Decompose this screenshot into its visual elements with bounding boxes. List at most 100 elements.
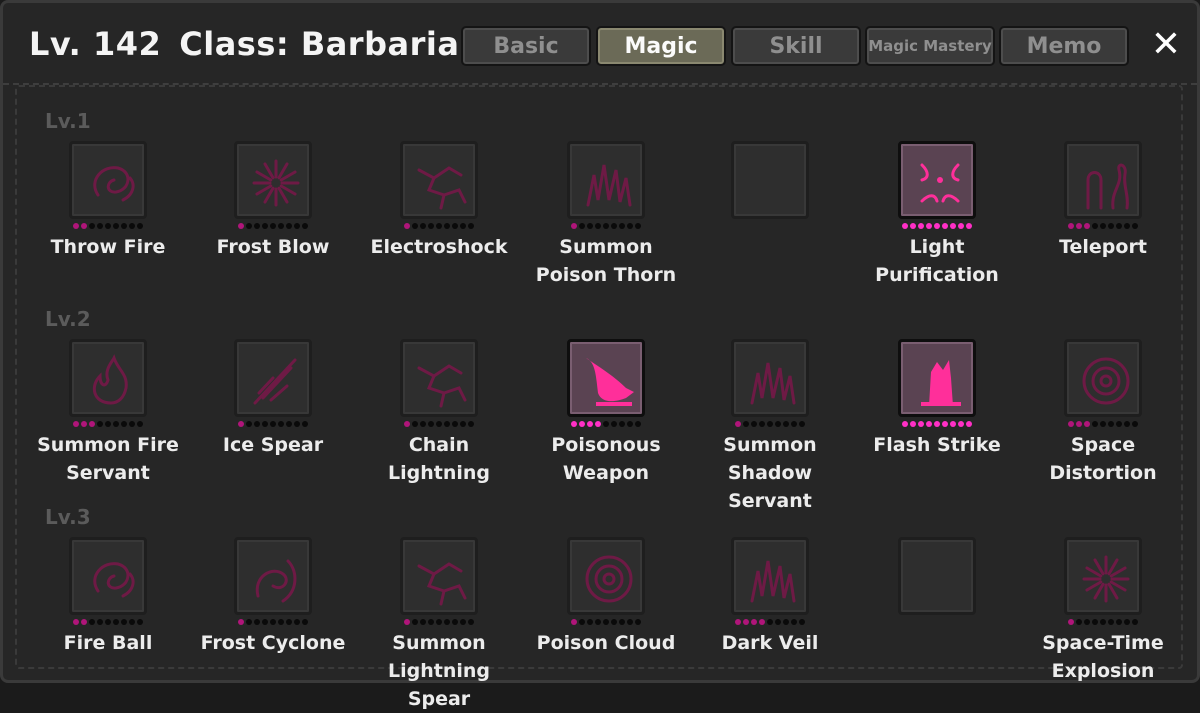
tab-magic-mastery[interactable]: Magic Mastery [865, 26, 995, 66]
level-pip [73, 619, 79, 625]
level-pip [627, 619, 633, 625]
skill-slot[interactable]: Ice Spear [190, 339, 356, 459]
level-pip [1124, 619, 1130, 625]
skill-slot[interactable]: Throw Fire [25, 141, 191, 261]
skill-slot[interactable]: Poisonous Weapon [523, 339, 689, 487]
level-pip [751, 421, 757, 427]
level-pip [113, 223, 119, 229]
level-pip [619, 421, 625, 427]
level-pip [571, 619, 577, 625]
level-pip [129, 223, 135, 229]
close-icon[interactable]: ✕ [1146, 25, 1186, 65]
level-pip [278, 223, 284, 229]
level-pip [81, 421, 87, 427]
skill-name: Dark Veil [721, 632, 819, 654]
shadow-servant-icon [731, 339, 809, 417]
level-pip [254, 421, 260, 427]
frost-burst-icon [234, 141, 312, 219]
tab-magic[interactable]: Magic [596, 26, 726, 66]
empty-slot-icon [731, 141, 809, 219]
tab-skill[interactable]: Skill [731, 26, 861, 66]
level-pip [934, 421, 940, 427]
level-pip [579, 619, 585, 625]
space-time-explosion-icon [1064, 537, 1142, 615]
level-pip [468, 421, 474, 427]
level-pip [404, 619, 410, 625]
level-pip [436, 619, 442, 625]
level-pip [743, 421, 749, 427]
level-pip [294, 421, 300, 427]
level-pip [121, 223, 127, 229]
tab-memo[interactable]: Memo [999, 26, 1129, 66]
skill-name: Frost Blow [216, 236, 330, 258]
level-pip [1076, 421, 1082, 427]
level-pip [635, 619, 641, 625]
skill-level-pips [356, 223, 522, 231]
level-pip [783, 421, 789, 427]
skill-slot[interactable]: Poison Cloud [523, 537, 689, 657]
skill-slot[interactable]: Space-Time Explosion [1020, 537, 1186, 685]
skill-slot[interactable]: Electroshock [356, 141, 522, 261]
skill-slot[interactable]: Fire Ball [25, 537, 191, 657]
level-pip [1076, 223, 1082, 229]
level-pip [767, 619, 773, 625]
skill-name: Ice Spear [222, 434, 324, 456]
level-pip [436, 421, 442, 427]
skill-level-pips [687, 619, 853, 627]
skill-slot[interactable]: Teleport [1020, 141, 1186, 261]
level-pip [428, 421, 434, 427]
level-pip [302, 619, 308, 625]
fire-swirl-icon [69, 141, 147, 219]
level-pip [238, 619, 244, 625]
level-pip [137, 421, 143, 427]
level-pip [1116, 223, 1122, 229]
skill-slot[interactable]: Chain Lightning [356, 339, 522, 487]
level-pip [918, 421, 924, 427]
level-pip [1092, 421, 1098, 427]
skill-level-pips [25, 421, 191, 429]
skill-slot[interactable]: Summon Poison Thorn [523, 141, 689, 289]
level-pip [302, 223, 308, 229]
skill-slot[interactable]: Flash Strike [854, 339, 1020, 459]
skill-slot[interactable]: Frost Blow [190, 141, 356, 261]
skill-name: Space Distortion [1049, 434, 1157, 484]
level-pip [129, 421, 135, 427]
space-distortion-icon [1064, 339, 1142, 417]
fire-ball-icon [69, 537, 147, 615]
frost-cyclone-icon [234, 537, 312, 615]
level-pip [246, 421, 252, 427]
level-pip [1068, 421, 1074, 427]
tab-basic[interactable]: Basic [461, 26, 591, 66]
level-pip [270, 421, 276, 427]
level-pip [254, 223, 260, 229]
skill-level-pips [854, 421, 1020, 429]
skill-slot[interactable]: Frost Cyclone [190, 537, 356, 657]
skill-slot[interactable]: Summon Fire Servant [25, 339, 191, 487]
skill-name: Poisonous Weapon [551, 434, 661, 484]
level-pip [286, 421, 292, 427]
ice-spear-icon [234, 339, 312, 417]
level-pip [635, 421, 641, 427]
skill-name: Summon Poison Thorn [535, 236, 677, 286]
skill-slot[interactable]: Dark Veil [687, 537, 853, 657]
level-pip [587, 223, 593, 229]
level-pip [412, 421, 418, 427]
skill-level-pips [190, 619, 356, 627]
skill-name: Light Purification [875, 236, 999, 286]
level-pip [587, 619, 593, 625]
skill-slot[interactable]: Space Distortion [1020, 339, 1186, 487]
level-pip [1124, 223, 1130, 229]
skill-slot[interactable]: Light Purification [854, 141, 1020, 289]
level-pip [270, 619, 276, 625]
skill-slot[interactable]: Summon Lightning Spear [356, 537, 522, 713]
level-pip [1092, 619, 1098, 625]
level-pip [412, 223, 418, 229]
level-pip [404, 223, 410, 229]
skill-level-pips [25, 619, 191, 627]
level-pip [262, 223, 268, 229]
level-pip [603, 619, 609, 625]
skill-slot[interactable]: Summon Shadow Servant [687, 339, 853, 515]
flash-strike-icon [898, 339, 976, 417]
level-pip [571, 421, 577, 427]
level-pip [1068, 619, 1074, 625]
